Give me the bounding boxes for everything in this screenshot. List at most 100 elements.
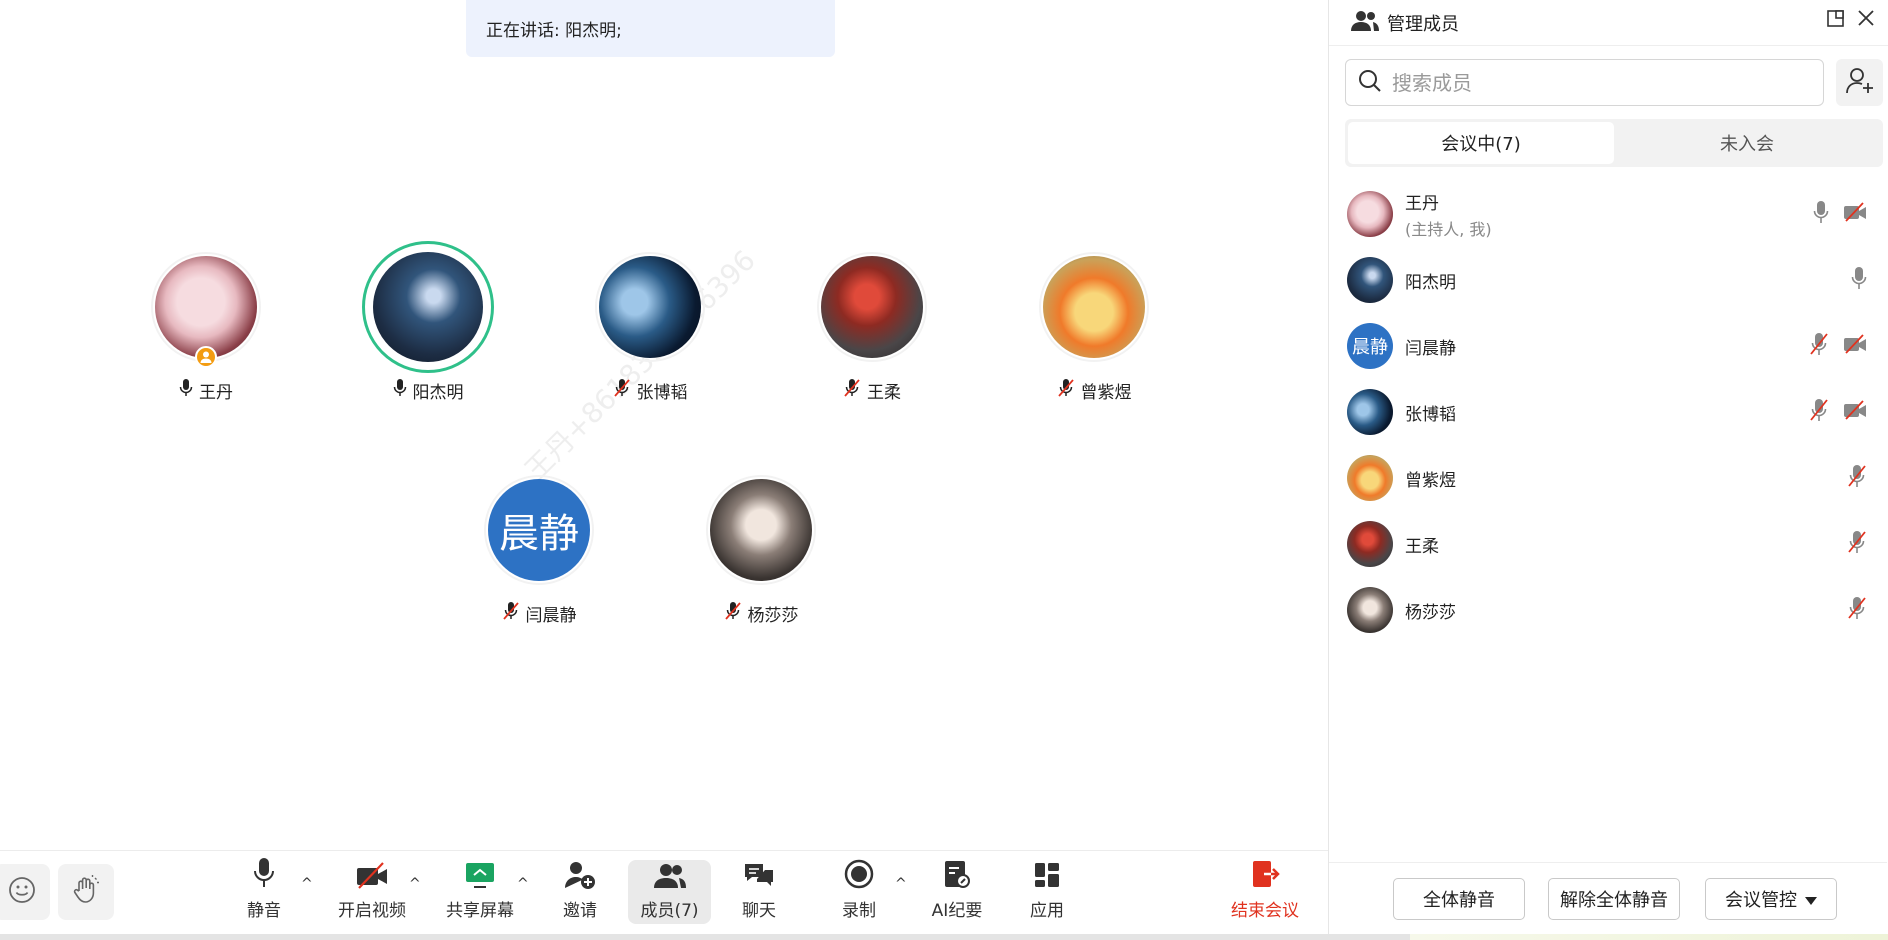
member-row[interactable]: 曾紫煜 — [1329, 445, 1887, 511]
mic-muted-icon[interactable] — [1809, 398, 1829, 426]
caret-down-icon — [1805, 889, 1817, 910]
apps-button[interactable]: 应用 — [1007, 860, 1087, 924]
chevron-up-icon[interactable]: ^ — [301, 876, 313, 892]
share-screen-label: 共享屏幕 — [446, 901, 514, 921]
apps-grid-icon — [1033, 861, 1061, 894]
raise-hand-button[interactable] — [58, 864, 114, 920]
add-person-icon — [564, 861, 596, 894]
participant-tile[interactable]: 曾紫煜 — [1014, 252, 1174, 403]
mic-muted-icon[interactable] — [1847, 464, 1867, 492]
share-screen-button[interactable]: 共享屏幕 — [440, 860, 520, 924]
mic-muted-icon — [613, 378, 631, 403]
meeting-toolbar: 静音 ^ 开启视频 ^ 共享屏幕 ^ 邀请 成员(7) 聊天 录制 ^ AI纪要… — [0, 850, 1328, 936]
panel-title: 管理成员 — [1387, 13, 1459, 35]
video-stage: 正在讲话: 阳杰明; 王丹+8618323816396 王丹 阳杰明 张博韬 王… — [0, 0, 1328, 850]
ai-minutes-button[interactable]: AI纪要 — [917, 860, 997, 924]
add-person-icon — [1845, 67, 1874, 99]
camera-off-icon[interactable] — [1843, 334, 1867, 358]
member-name: 闫晨静 — [1405, 338, 1456, 359]
mic-on-icon[interactable] — [1813, 200, 1829, 228]
participant-tile[interactable]: 王柔 — [792, 252, 952, 403]
chevron-up-icon[interactable]: ^ — [895, 876, 907, 892]
speaking-ring — [362, 241, 494, 373]
mic-muted-icon — [843, 378, 861, 403]
member-name: 王柔 — [1405, 536, 1439, 557]
record-button[interactable]: 录制 — [819, 859, 899, 924]
tab-not-joined[interactable]: 未入会 — [1614, 122, 1880, 164]
mute-all-button[interactable]: 全体静音 — [1393, 878, 1525, 920]
participant-tile[interactable]: 阳杰明 — [348, 241, 508, 403]
participant-name: 张博韬 — [636, 383, 688, 403]
member-name: 王丹 — [1405, 193, 1439, 214]
mic-on-icon — [179, 378, 193, 403]
invite-button[interactable]: 邀请 — [540, 860, 620, 924]
end-meeting-label: 结束会议 — [1231, 901, 1299, 921]
ai-notes-icon — [942, 859, 972, 894]
member-row[interactable]: 张博韬 — [1329, 379, 1887, 445]
invite-label: 邀请 — [563, 901, 597, 921]
people-icon — [1351, 10, 1379, 36]
people-icon — [653, 863, 687, 894]
camera-off-icon[interactable] — [1843, 202, 1867, 226]
chevron-up-icon[interactable]: ^ — [409, 876, 421, 892]
popout-icon[interactable] — [1826, 8, 1846, 32]
record-icon — [844, 859, 874, 894]
mute-button[interactable]: 静音 — [224, 857, 304, 924]
chat-label: 聊天 — [742, 901, 776, 921]
mic-muted-icon — [724, 601, 742, 626]
avatar — [710, 479, 812, 581]
panel-header: 管理成员 — [1329, 0, 1888, 46]
member-row[interactable]: 阳杰明 — [1329, 247, 1887, 313]
speaking-indicator: 正在讲话: 阳杰明; — [466, 0, 835, 57]
participant-tile[interactable]: 晨静 闫晨静 — [459, 475, 619, 626]
mic-on-icon — [393, 378, 407, 403]
search-input[interactable] — [1392, 70, 1812, 95]
mic-muted-icon — [502, 601, 520, 626]
chat-button[interactable]: 聊天 — [719, 860, 799, 924]
member-row[interactable]: 杨莎莎 — [1329, 577, 1887, 643]
avatar — [155, 256, 257, 358]
microphone-icon — [253, 857, 275, 894]
tab-in-meeting[interactable]: 会议中(7) — [1348, 122, 1614, 164]
host-badge-icon — [195, 346, 217, 368]
participant-name: 王柔 — [867, 383, 901, 403]
avatar — [599, 256, 701, 358]
participant-tile[interactable]: 张博韬 — [570, 252, 730, 403]
member-search — [1345, 59, 1824, 106]
meeting-control-button[interactable]: 会议管控 — [1705, 878, 1837, 920]
mic-on-icon[interactable] — [1851, 266, 1867, 294]
avatar — [1043, 256, 1145, 358]
chevron-up-icon[interactable]: ^ — [517, 876, 529, 892]
member-name: 阳杰明 — [1405, 272, 1456, 293]
mic-muted-icon — [1057, 378, 1075, 403]
member-row[interactable]: 晨静 闫晨静 — [1329, 313, 1887, 379]
mic-muted-icon[interactable] — [1809, 332, 1829, 360]
member-tabs: 会议中(7) 未入会 — [1345, 119, 1883, 167]
members-button[interactable]: 成员(7) — [628, 860, 711, 924]
avatar — [373, 252, 483, 362]
record-label: 录制 — [842, 901, 876, 921]
emoji-reaction-button[interactable] — [0, 864, 50, 920]
avatar — [1347, 257, 1393, 303]
chat-icon — [743, 861, 775, 894]
participant-name: 闫晨静 — [525, 606, 577, 626]
add-member-button[interactable] — [1836, 59, 1883, 106]
text-avatar: 晨静 — [1347, 323, 1393, 369]
participant-name: 杨莎莎 — [747, 606, 799, 626]
participant-tile[interactable]: 王丹 — [126, 252, 286, 403]
camera-off-icon[interactable] — [1843, 400, 1867, 424]
member-row[interactable]: 王丹 (主持人, 我) — [1329, 181, 1887, 247]
member-name: 杨莎莎 — [1405, 602, 1456, 623]
mic-muted-icon[interactable] — [1847, 596, 1867, 624]
participant-tile[interactable]: 杨莎莎 — [681, 475, 841, 626]
member-name: 曾紫煜 — [1405, 470, 1456, 491]
end-meeting-button[interactable]: 结束会议 — [1223, 860, 1307, 924]
start-video-button[interactable]: 开启视频 — [332, 860, 412, 924]
member-list: 王丹 (主持人, 我) 阳杰明 晨静 闫晨静 张博韬 曾紫煜 王柔 杨莎莎 — [1329, 181, 1887, 643]
close-icon[interactable] — [1856, 8, 1876, 32]
avatar — [821, 256, 923, 358]
unmute-all-button[interactable]: 解除全体静音 — [1548, 878, 1680, 920]
mic-muted-icon[interactable] — [1847, 530, 1867, 558]
meeting-control-label: 会议管控 — [1725, 890, 1797, 911]
member-row[interactable]: 王柔 — [1329, 511, 1887, 577]
